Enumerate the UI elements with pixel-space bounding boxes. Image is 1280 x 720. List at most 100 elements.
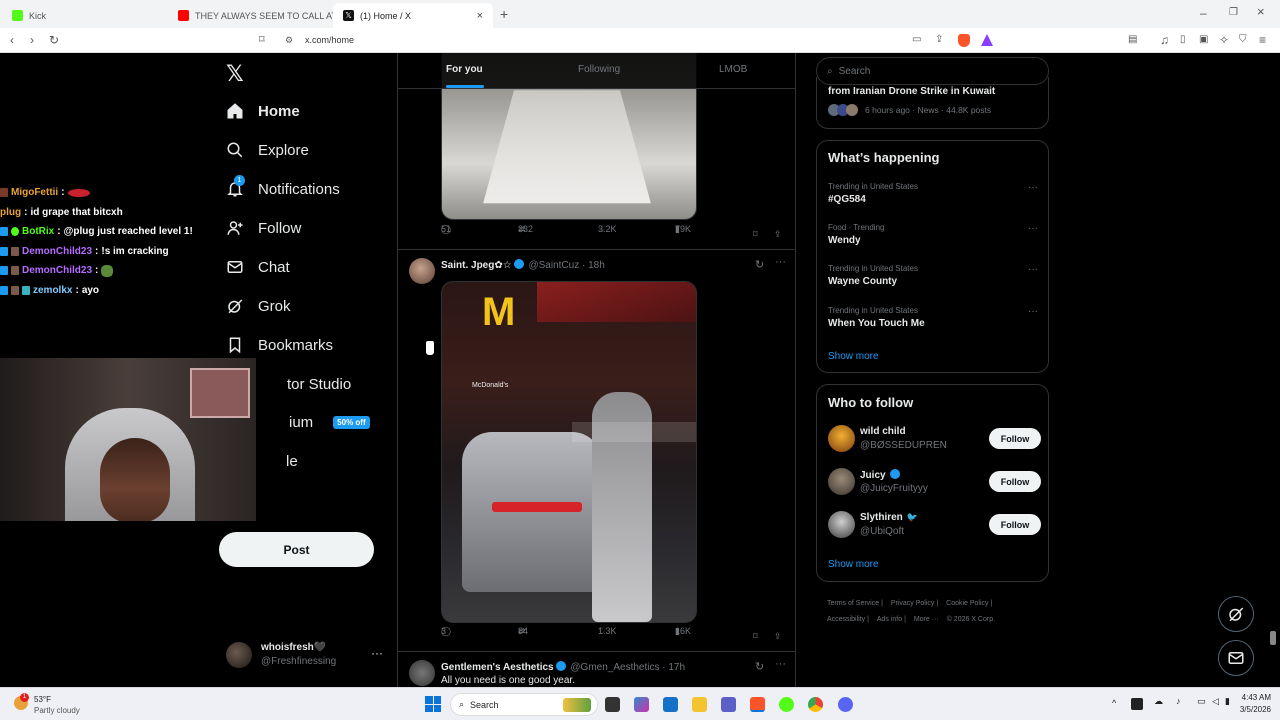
more-icon[interactable]: ··· bbox=[1028, 182, 1038, 193]
share-tweet-icon[interactable]: ⇪ bbox=[774, 631, 782, 642]
footer-link[interactable]: Privacy Policy bbox=[891, 600, 935, 607]
menu-icon[interactable]: ≡ bbox=[1259, 34, 1266, 46]
messages-float-button[interactable] bbox=[1218, 640, 1254, 676]
x-logo-icon[interactable]: 𝕏 bbox=[226, 61, 244, 87]
tab-for-you[interactable]: For you bbox=[446, 64, 483, 75]
show-more-link[interactable]: Show more bbox=[828, 559, 879, 570]
copilot-icon[interactable] bbox=[634, 697, 649, 712]
scrollbar-thumb[interactable] bbox=[1270, 631, 1276, 645]
cast-icon[interactable]: ▭ bbox=[912, 34, 921, 46]
nav-item-profile[interactable]: le bbox=[286, 448, 298, 474]
follow-suggestion[interactable]: Slythiren 🐦 @UbiQoft Follow bbox=[828, 509, 1041, 541]
sidebar-toggle-icon[interactable]: ▤ bbox=[1128, 34, 1137, 46]
trend-item[interactable]: Trending in United States When You Touch… bbox=[828, 306, 1038, 329]
store-icon[interactable] bbox=[663, 697, 678, 712]
music-icon[interactable]: ♫ bbox=[1160, 34, 1169, 46]
tweet-author-name[interactable]: Gentlemen's Aesthetics bbox=[441, 662, 554, 673]
footer-link[interactable]: More ··· bbox=[914, 616, 939, 623]
more-icon[interactable]: ··· bbox=[1028, 264, 1038, 275]
back-icon[interactable]: ‹ bbox=[10, 34, 14, 46]
weather-widget[interactable]: 1 53°F Partly cloudy bbox=[8, 693, 108, 717]
tab-following[interactable]: Following bbox=[578, 64, 620, 75]
tweet-author-handle[interactable]: @SaintCuz bbox=[528, 260, 579, 271]
extensions-icon[interactable]: ✧ bbox=[1219, 34, 1229, 46]
clock[interactable]: 4:43 AM 3/5/2026 bbox=[1237, 692, 1271, 716]
follow-button[interactable]: Follow bbox=[989, 428, 1041, 449]
grok-explain-icon[interactable]: ↻ bbox=[755, 258, 764, 271]
discord-icon[interactable] bbox=[838, 697, 853, 712]
reload-icon[interactable]: ↻ bbox=[49, 34, 59, 46]
tray-app-icon[interactable] bbox=[1131, 698, 1143, 710]
network-icon[interactable]: ▭ bbox=[1197, 696, 1206, 707]
wallet-icon[interactable]: ▣ bbox=[1199, 34, 1208, 46]
follow-button[interactable]: Follow bbox=[989, 471, 1041, 492]
tab-lmob[interactable]: LMOB bbox=[719, 64, 747, 75]
share-tweet-icon[interactable]: ⇪ bbox=[774, 229, 782, 240]
tweet-avatar[interactable] bbox=[409, 258, 435, 284]
show-more-link[interactable]: Show more bbox=[828, 351, 879, 362]
teams-icon[interactable] bbox=[721, 697, 736, 712]
reading-list-icon[interactable]: ▯ bbox=[1180, 34, 1186, 46]
tweet-avatar[interactable] bbox=[409, 660, 435, 686]
follow-button[interactable]: Follow bbox=[989, 514, 1041, 535]
cloud-icon[interactable]: ☁ bbox=[1154, 696, 1163, 707]
nav-item-creator-studio[interactable]: tor Studio bbox=[287, 371, 351, 397]
tweet-image[interactable]: M McDonald's bbox=[441, 281, 697, 623]
tweet-author-handle[interactable]: @Gmen_Aesthetics bbox=[570, 662, 659, 673]
bookmark-tweet-icon[interactable]: ⌑ bbox=[753, 631, 758, 642]
bookmark-tweet-icon[interactable]: ⌑ bbox=[753, 229, 758, 240]
kick-app-icon[interactable] bbox=[779, 697, 794, 712]
nav-item-bookmarks[interactable]: Bookmarks bbox=[226, 332, 333, 358]
grok-float-button[interactable] bbox=[1218, 596, 1254, 632]
footer-link[interactable]: Cookie Policy bbox=[946, 600, 988, 607]
share-icon[interactable]: ⇪ bbox=[935, 34, 943, 46]
browser-tab-kick[interactable]: Kick bbox=[2, 3, 168, 28]
nav-item-explore[interactable]: Explore bbox=[226, 137, 309, 163]
more-icon[interactable]: ··· bbox=[1028, 223, 1038, 234]
trend-item[interactable]: Trending in United States Wayne County ·… bbox=[828, 264, 1038, 287]
tweet-author-name[interactable]: Saint. Jpeg✿☆ bbox=[441, 260, 512, 271]
more-icon[interactable]: ··· bbox=[775, 256, 786, 268]
more-icon[interactable]: ··· bbox=[371, 646, 383, 660]
nav-item-grok[interactable]: Grok bbox=[226, 293, 291, 319]
tweet-time[interactable]: 18h bbox=[588, 260, 605, 271]
more-icon[interactable]: ··· bbox=[775, 658, 786, 670]
forward-icon[interactable]: › bbox=[30, 34, 34, 46]
site-info-icon[interactable]: ⚙ bbox=[285, 34, 293, 46]
tweet-time[interactable]: 17h bbox=[668, 662, 685, 673]
follow-suggestion[interactable]: Juicy @JuicyFruityyy Follow bbox=[828, 466, 1041, 498]
top-story-panel[interactable]: from Iranian Drone Strike in Kuwait 6 ho… bbox=[816, 77, 1049, 129]
footer-link[interactable]: Ads info bbox=[877, 616, 902, 623]
nav-item-follow[interactable]: Follow bbox=[226, 215, 301, 241]
minimize-icon[interactable]: – bbox=[1200, 7, 1207, 19]
brave-shields-icon[interactable] bbox=[958, 34, 970, 47]
brave-browser-icon[interactable] bbox=[750, 697, 765, 712]
chrome-icon[interactable] bbox=[808, 697, 823, 712]
vpn-icon[interactable]: ⛉ bbox=[1239, 34, 1247, 46]
footer-link[interactable]: Accessibility bbox=[827, 616, 865, 623]
nav-item-notifications[interactable]: 1 Notifications bbox=[226, 175, 340, 202]
bookmark-page-icon[interactable]: ⌑ bbox=[259, 34, 265, 46]
account-switcher[interactable]: whoisfresh🖤 @Freshfinessing ··· bbox=[226, 640, 386, 670]
more-icon[interactable]: ··· bbox=[1028, 306, 1038, 317]
browser-tab-x-home[interactable]: 𝕏 (1) Home / X × bbox=[333, 3, 493, 28]
close-tab-icon[interactable]: × bbox=[477, 10, 483, 22]
close-window-icon[interactable]: × bbox=[1257, 5, 1265, 18]
trend-item[interactable]: Food · Trending Wendy ··· bbox=[828, 223, 1038, 246]
nav-item-premium[interactable]: ium 50% off bbox=[289, 409, 370, 435]
windows-start-icon[interactable] bbox=[425, 696, 441, 712]
file-explorer-icon[interactable] bbox=[692, 697, 707, 712]
task-view-icon[interactable] bbox=[605, 697, 620, 712]
taskbar-search[interactable]: ⌕ Search bbox=[450, 693, 598, 716]
footer-link[interactable]: Terms of Service bbox=[827, 600, 879, 607]
url-field[interactable]: x.com/home bbox=[305, 35, 354, 45]
restore-icon[interactable]: ❐ bbox=[1229, 7, 1238, 19]
brave-rewards-icon[interactable] bbox=[981, 34, 993, 46]
nav-item-chat[interactable]: Chat bbox=[226, 254, 290, 280]
trend-item[interactable]: Trending in United States #QG584 ··· bbox=[828, 182, 1038, 205]
post-button[interactable]: Post bbox=[219, 532, 374, 567]
volume-icon[interactable]: ◁ bbox=[1212, 696, 1219, 707]
microphone-icon[interactable]: ♪ bbox=[1176, 696, 1181, 706]
grok-explain-icon[interactable]: ↻ bbox=[755, 660, 764, 673]
follow-suggestion[interactable]: wild child @BØSSEDUPREN Follow bbox=[828, 423, 1041, 455]
